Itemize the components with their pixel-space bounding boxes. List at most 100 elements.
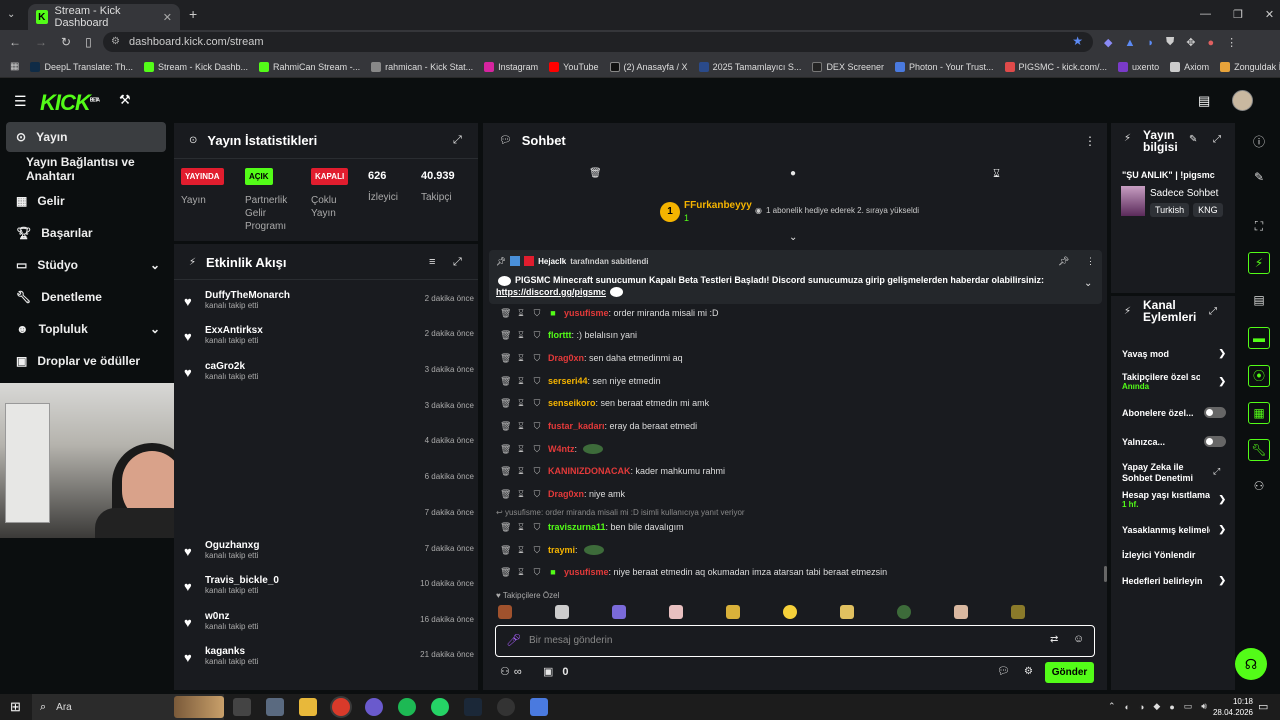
- shield-icon[interactable]: ⛉: [532, 489, 542, 500]
- forward-icon[interactable]: →: [35, 35, 47, 49]
- tray-arrow-icon[interactable]: ⌃: [1108, 701, 1116, 712]
- file-explorer-icon[interactable]: [299, 698, 317, 716]
- pinned-more-icon[interactable]: ⋮: [1086, 256, 1095, 267]
- emoji-icon[interactable]: ☺: [1073, 633, 1084, 645]
- chat-message[interactable]: 🗑︎ ⌛︎ ⛉ ■ yusufisme: order miranda misali mi…: [500, 304, 719, 322]
- bookmark-star-icon[interactable]: ★: [1072, 34, 1083, 48]
- timeout-icon[interactable]: ⌛︎: [516, 308, 526, 319]
- bookmark[interactable]: Instagram: [484, 61, 538, 72]
- discord-link[interactable]: https://discord.gg/pigsmc: [496, 287, 606, 297]
- document-icon[interactable]: ▤: [1250, 293, 1268, 311]
- emote[interactable]: [1011, 605, 1025, 619]
- shield-icon[interactable]: ⛉: [532, 308, 542, 319]
- apps-grid-icon[interactable]: ▦: [10, 61, 19, 72]
- category-thumbnail[interactable]: [1121, 186, 1145, 216]
- kick-logo[interactable]: KICKBETA: [40, 90, 100, 116]
- close-window-icon[interactable]: ✕: [1265, 8, 1274, 21]
- steam-icon[interactable]: [464, 698, 482, 716]
- trash-icon[interactable]: 🗑︎: [589, 168, 602, 179]
- timeout-icon[interactable]: ⌛︎: [516, 567, 526, 578]
- shield-icon[interactable]: ⛉: [532, 444, 542, 455]
- timeout-icon[interactable]: ⌛︎: [516, 398, 526, 409]
- whatsapp-icon[interactable]: [431, 698, 449, 716]
- users-icon[interactable]: ⚇: [1250, 479, 1268, 497]
- tag[interactable]: KNG: [1193, 203, 1223, 217]
- settings-gear-icon[interactable]: ⚙: [1024, 666, 1033, 677]
- timeout-icon[interactable]: ⌛︎: [516, 466, 526, 477]
- unpin-icon[interactable]: 📌︎: [1058, 256, 1069, 267]
- chat-message[interactable]: 🗑︎ ⌛︎ ⛉ ■ yusufisme: niye beraat etmedin aq …: [500, 563, 887, 581]
- tray-app-icon[interactable]: ◆: [1153, 701, 1160, 712]
- wallet-icon[interactable]: ▤: [1198, 93, 1210, 109]
- chat-bubble-icon[interactable]: 💬︎: [997, 666, 1010, 677]
- chat-message[interactable]: 🗑︎ ⌛︎ ⛉ Drag0xn: sen daha etmedinmi aq: [500, 349, 683, 367]
- emote[interactable]: [726, 605, 740, 619]
- bookmark[interactable]: Stream - Kick Dashb...: [144, 61, 248, 72]
- timeout-icon[interactable]: ⌛︎: [516, 545, 526, 556]
- back-icon[interactable]: ←: [9, 35, 21, 49]
- hourglass-icon[interactable]: ⌛︎: [993, 168, 1000, 181]
- category-name[interactable]: Sadece Sohbet: [1150, 188, 1218, 199]
- timeout-icon[interactable]: ⌛︎: [516, 330, 526, 341]
- delete-icon[interactable]: 🗑︎: [500, 398, 511, 409]
- tray-app-icon[interactable]: ◐: [1125, 702, 1130, 712]
- info-icon[interactable]: ⓘ: [1250, 133, 1268, 151]
- emote[interactable]: [840, 605, 854, 619]
- bookmark[interactable]: uxento: [1118, 61, 1159, 72]
- action-account-age[interactable]: Hesap yaşı kısıtlaması 1 hf. ❯: [1122, 490, 1226, 509]
- chat-message[interactable]: 🗑︎ ⌛︎ ⛉ traymi:: [500, 541, 604, 559]
- bookmark[interactable]: rahmican - Kick Stat...: [371, 61, 473, 72]
- emote[interactable]: [783, 605, 797, 619]
- chat-message[interactable]: 🗑︎ ⌛︎ ⛉ KANINIZDONACAK: kader mahkumu rahmi: [500, 462, 725, 480]
- shield-icon[interactable]: ⛉: [532, 376, 542, 387]
- bookmark[interactable]: Zonguldak İngilizce...: [1220, 61, 1280, 72]
- app-icon[interactable]: [266, 698, 284, 716]
- chat-bubble-icon[interactable]: ▬: [1248, 327, 1270, 349]
- delete-icon[interactable]: 🗑︎: [500, 545, 511, 556]
- tray-app-icon[interactable]: ●: [1169, 702, 1174, 712]
- expand-pinned-icon[interactable]: ⌄: [1084, 278, 1092, 289]
- maximize-icon[interactable]: ❐: [1233, 8, 1243, 21]
- chat-message[interactable]: 🗑︎ ⌛︎ ⛉ Drag0xn: niye amk: [500, 485, 625, 503]
- action-banned-words[interactable]: Yasaklanmış kelimeler ❯: [1122, 524, 1226, 535]
- bookmark[interactable]: DeepL Translate: Th...: [30, 61, 133, 72]
- shield-icon[interactable]: ⛉: [532, 398, 542, 409]
- profile-icon[interactable]: ●: [1207, 37, 1214, 49]
- chrome-icon[interactable]: [332, 698, 350, 716]
- filter-icon[interactable]: ≡: [429, 256, 435, 268]
- popout-icon[interactable]: ⤢: [453, 256, 462, 269]
- discord-icon[interactable]: [365, 698, 383, 716]
- edit-pencil-icon[interactable]: ✎: [1250, 170, 1268, 188]
- wrench-icon[interactable]: 🔧︎: [1248, 439, 1270, 461]
- delete-icon[interactable]: 🗑︎: [500, 522, 511, 533]
- chat-message[interactable]: 🗑︎ ⌛︎ ⛉ florttt: :) belalısın yani: [500, 326, 637, 344]
- chat-message[interactable]: 🗑︎ ⌛︎ ⛉ W4ntz:: [500, 440, 604, 458]
- chat-input[interactable]: Bir mesaj gönderin: [529, 635, 612, 646]
- only-toggle[interactable]: [1204, 436, 1226, 447]
- external-link-icon[interactable]: ⤢: [1213, 466, 1220, 477]
- obs-icon[interactable]: [497, 698, 515, 716]
- hamburger-menu-icon[interactable]: ☰: [14, 93, 27, 110]
- chat-message[interactable]: 🗑︎ ⌛︎ ⛉ senseikoro: sen beraat etmedin mi a…: [500, 394, 709, 412]
- bookmark[interactable]: 2025 Tamamlayıcı S...: [698, 61, 801, 72]
- bookmark[interactable]: RahmiCan Stream -...: [259, 61, 360, 72]
- subscribers-only-toggle[interactable]: [1204, 407, 1226, 418]
- nav-item-yayin[interactable]: ⊙ Yayın: [6, 122, 166, 152]
- delete-icon[interactable]: 🗑︎: [500, 466, 511, 477]
- notification-icon[interactable]: ▭: [1258, 700, 1268, 713]
- tab-list-icon[interactable]: ⌄: [7, 9, 15, 20]
- tag[interactable]: Turkish: [1150, 203, 1190, 217]
- reload-icon[interactable]: ↻: [61, 35, 71, 49]
- tray-app-icon[interactable]: ◑: [1139, 702, 1144, 712]
- more-options-icon[interactable]: ⋮: [1084, 134, 1096, 148]
- bookmark[interactable]: Photon - Your Trust...: [894, 61, 994, 72]
- delete-icon[interactable]: 🗑︎: [500, 376, 511, 387]
- emote[interactable]: [555, 605, 569, 619]
- clock[interactable]: 10:18 28.04.2026: [1203, 696, 1253, 718]
- action-raid[interactable]: İzleyici Yönlendir: [1122, 550, 1226, 560]
- delete-icon[interactable]: 🗑︎: [500, 353, 511, 364]
- collapse-icon[interactable]: ⌄: [789, 232, 797, 243]
- nav-item-studyo[interactable]: ▭ Stüdyo ⌄: [6, 250, 166, 280]
- bookmark[interactable]: Axiom: [1170, 61, 1209, 72]
- delete-icon[interactable]: 🗑︎: [500, 489, 511, 500]
